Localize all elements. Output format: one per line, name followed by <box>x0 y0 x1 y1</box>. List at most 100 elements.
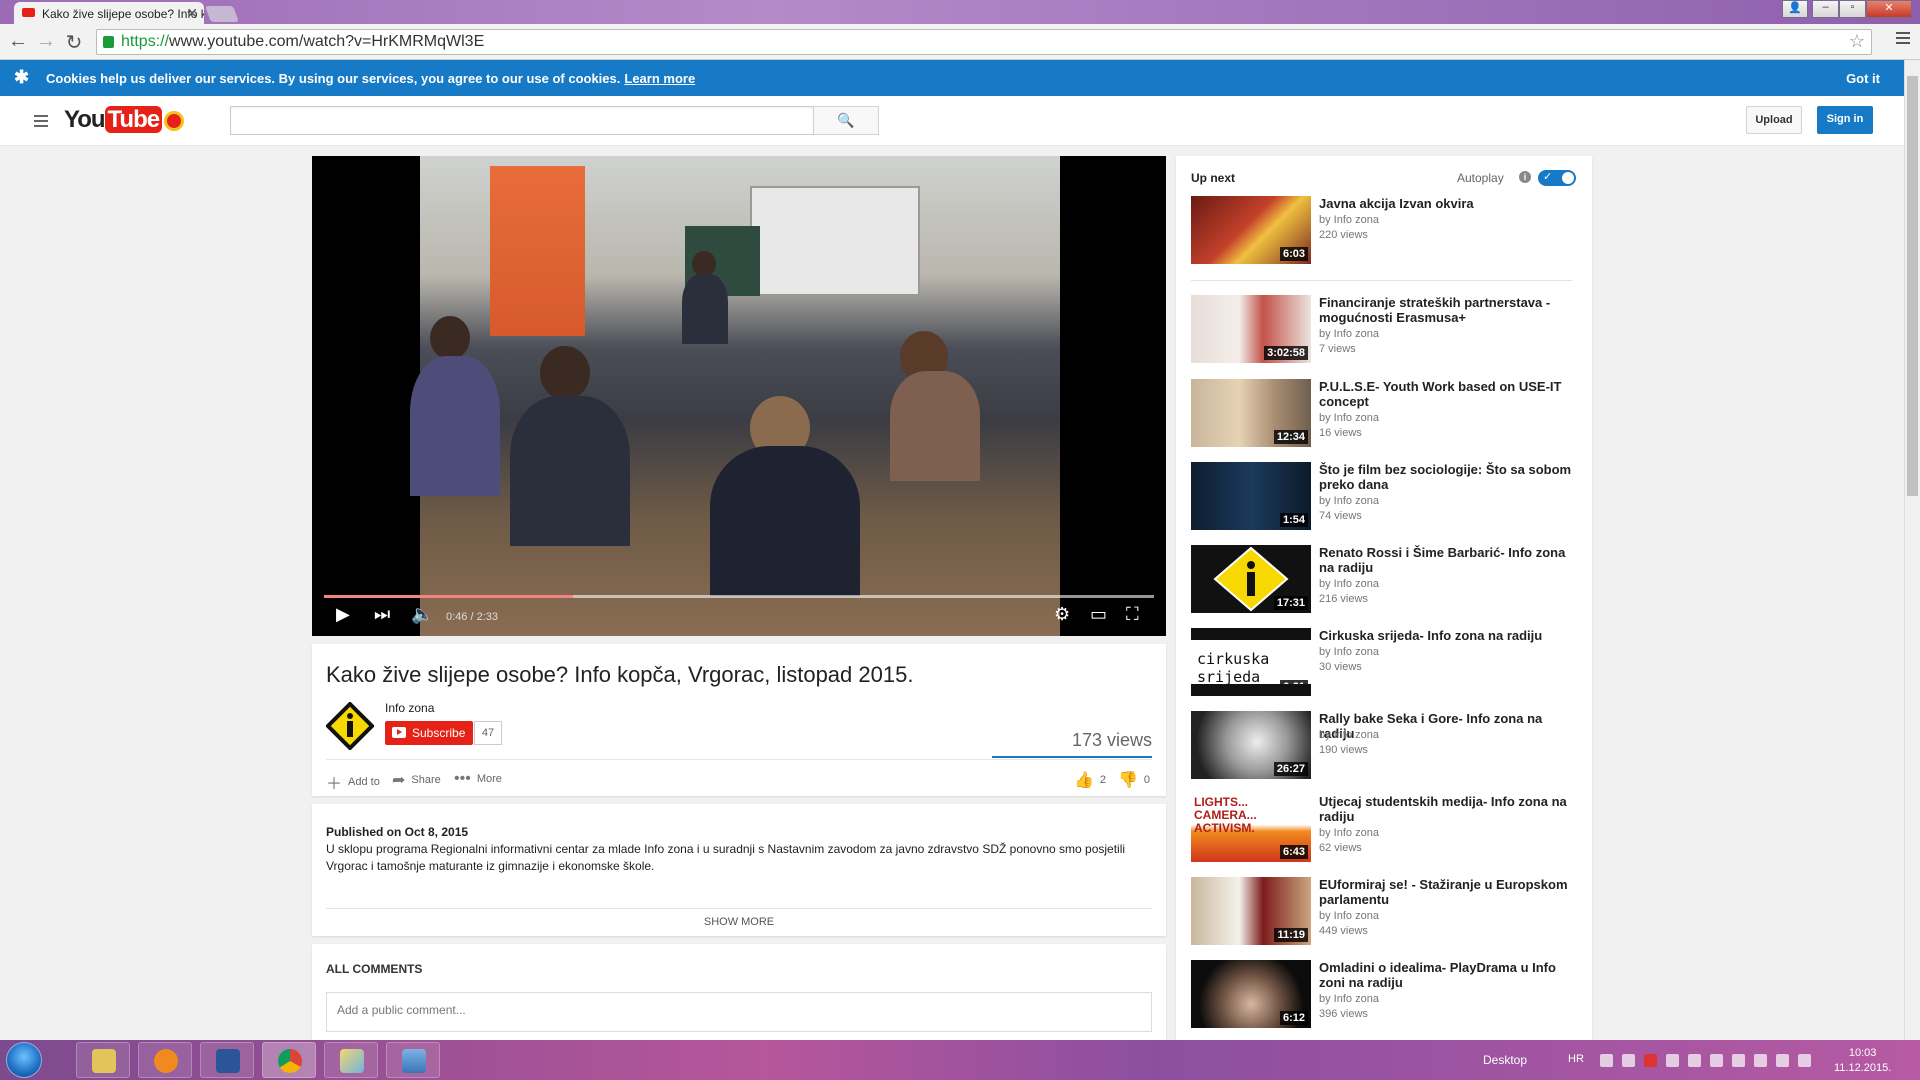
start-button[interactable] <box>6 1042 42 1078</box>
list-item[interactable]: 6:03 Javna akcija Izvan okvira by Info z… <box>1191 196 1576 264</box>
list-item[interactable]: 12:34 P.U.L.S.E- Youth Work based on USE… <box>1191 379 1576 447</box>
video-thumbnail[interactable]: 11:19 <box>1191 877 1311 945</box>
item-title[interactable]: Utjecaj studentskih medija- Info zona na… <box>1319 794 1574 824</box>
reload-icon[interactable]: ↻ <box>62 30 86 55</box>
channel-name[interactable]: Info zona <box>385 701 434 715</box>
guide-menu-icon[interactable] <box>34 115 48 130</box>
duration-badge: 6:43 <box>1279 845 1308 859</box>
video-thumbnail[interactable]: 17:31 <box>1191 545 1311 613</box>
video-thumbnail[interactable]: LIGHTS... CAMERA... ACTIVISM. 6:43 <box>1191 794 1311 862</box>
media-player-taskbar-button[interactable] <box>138 1042 192 1078</box>
upload-button[interactable]: Upload <box>1746 106 1802 134</box>
learn-more-link[interactable]: Learn more <box>624 71 695 86</box>
item-title[interactable]: Renato Rossi i Šime Barbarić- Info zona … <box>1319 545 1574 575</box>
item-title[interactable]: Što je film bez sociologije: Što sa sobo… <box>1319 462 1574 492</box>
picture-viewer-taskbar-button[interactable] <box>386 1042 440 1078</box>
frame-person <box>510 396 630 546</box>
search-input[interactable] <box>230 106 814 135</box>
tray-icon[interactable] <box>1754 1054 1767 1067</box>
page-scrollbar[interactable] <box>1904 60 1920 1040</box>
item-title[interactable]: Cirkuska srijeda- Info zona na radiju <box>1319 628 1574 643</box>
view-count: 173 views <box>1071 730 1152 750</box>
close-tab-icon[interactable]: ✕ <box>186 5 198 22</box>
got-it-button[interactable]: Got it <box>1846 71 1880 86</box>
video-thumbnail[interactable]: 26:27 <box>1191 711 1311 779</box>
list-item[interactable]: 11:19 EUformiraj se! - Stažiranje u Euro… <box>1191 877 1576 945</box>
item-title[interactable]: Financiranje strateških partnerstava - m… <box>1319 295 1574 325</box>
chrome-menu-icon[interactable] <box>1896 32 1910 47</box>
comment-input[interactable]: Add a public comment... <box>326 992 1152 1032</box>
close-window-icon[interactable]: ✕ <box>1866 0 1912 18</box>
sign-in-button[interactable]: Sign in <box>1817 106 1873 134</box>
scrollbar-thumb[interactable] <box>1907 76 1918 496</box>
list-item[interactable]: 6:12 Omladini o idealima- PlayDrama u In… <box>1191 960 1576 1028</box>
video-thumbnail[interactable]: 6:03 <box>1191 196 1311 264</box>
tray-icon[interactable] <box>1666 1054 1679 1067</box>
item-views: 190 views <box>1319 744 1368 756</box>
bookmark-star-icon[interactable]: ☆ <box>1849 31 1865 52</box>
progress-bar[interactable] <box>324 595 1154 598</box>
video-thumbnail[interactable]: cirkuska srijeda 6:21 <box>1191 628 1311 696</box>
show-more-button[interactable]: SHOW MORE <box>312 916 1166 928</box>
network-icon[interactable] <box>1688 1054 1701 1067</box>
item-title[interactable]: Omladini o idealima- PlayDrama u Info zo… <box>1319 960 1574 990</box>
browser-tab[interactable]: Kako žive slijepe osobe? Info kopča, Vrg… <box>14 2 204 24</box>
word-taskbar-button[interactable] <box>200 1042 254 1078</box>
maximize-icon[interactable]: ▫ <box>1839 0 1866 18</box>
back-icon[interactable]: ← <box>6 30 30 53</box>
subscribe-label: Subscribe <box>412 726 466 740</box>
user-icon[interactable]: 👤 <box>1782 0 1808 18</box>
tray-icon[interactable] <box>1798 1054 1811 1067</box>
new-tab-button[interactable] <box>205 6 239 22</box>
list-item[interactable]: LIGHTS... CAMERA... ACTIVISM. 6:43 Utjec… <box>1191 794 1576 862</box>
play-icon[interactable]: ▶ <box>336 604 350 625</box>
video-thumbnail[interactable]: 12:34 <box>1191 379 1311 447</box>
minimize-icon[interactable]: – <box>1812 0 1839 18</box>
autoplay-toggle[interactable]: ✓ <box>1538 170 1576 186</box>
language-indicator[interactable]: HR <box>1568 1053 1584 1065</box>
flag-icon[interactable] <box>1776 1054 1789 1067</box>
explorer-taskbar-button[interactable] <box>76 1042 130 1078</box>
tray-icon[interactable] <box>1644 1054 1657 1067</box>
list-item[interactable]: 17:31 Renato Rossi i Šime Barbarić- Info… <box>1191 545 1576 613</box>
list-item[interactable]: 1:54 Što je film bez sociologije: Što sa… <box>1191 462 1576 530</box>
next-icon[interactable]: ⏭ <box>374 604 390 625</box>
video-player[interactable]: ▶ ⏭ 🔈 0:46 / 2:33 ⚙ ▭ ⛶ <box>312 156 1166 636</box>
address-bar[interactable]: https://www.youtube.com/watch?v=HrKMRMqW… <box>96 29 1872 55</box>
list-item[interactable]: cirkuska srijeda 6:21 Cirkuska srijeda- … <box>1191 628 1576 696</box>
video-thumbnail[interactable]: 6:12 <box>1191 960 1311 1028</box>
search-button[interactable]: 🔍 <box>813 106 879 135</box>
item-channel: by Info zona <box>1319 729 1379 741</box>
channel-avatar[interactable] <box>326 702 374 750</box>
list-item[interactable]: 26:27 Rally bake Seka i Gore- Info zona … <box>1191 711 1576 779</box>
video-thumbnail[interactable]: 3:02:58 <box>1191 295 1311 363</box>
share-button[interactable]: ➦ Share <box>392 770 441 790</box>
tray-icon[interactable] <box>1622 1054 1635 1067</box>
chrome-taskbar-button[interactable] <box>262 1042 316 1078</box>
paint-taskbar-button[interactable] <box>324 1042 378 1078</box>
like-button[interactable]: 👍 2 <box>1074 770 1106 790</box>
tray-icon[interactable] <box>1710 1054 1723 1067</box>
add-to-button[interactable]: ＋ Add to <box>326 770 380 794</box>
video-thumbnail[interactable]: 1:54 <box>1191 462 1311 530</box>
fullscreen-icon[interactable]: ⛶ <box>1126 604 1139 625</box>
more-button[interactable]: ••• More <box>454 770 502 788</box>
dislike-button[interactable]: 👎 0 <box>1118 770 1150 790</box>
item-title[interactable]: P.U.L.S.E- Youth Work based on USE-IT co… <box>1319 379 1574 409</box>
frame-person <box>890 371 980 481</box>
system-clock[interactable]: 10:03 11.12.2015. <box>1834 1046 1891 1076</box>
list-item[interactable]: 3:02:58 Financiranje strateških partners… <box>1191 295 1576 363</box>
tray-icon[interactable] <box>1600 1054 1613 1067</box>
item-channel: by Info zona <box>1319 412 1379 424</box>
item-title[interactable]: Javna akcija Izvan okvira <box>1319 196 1574 211</box>
theater-mode-icon[interactable]: ▭ <box>1090 604 1107 625</box>
desktop-toolbar-label[interactable]: Desktop <box>1483 1053 1527 1067</box>
volume-icon[interactable]: 🔈 <box>411 604 433 625</box>
youtube-logo[interactable]: You Tube <box>64 106 185 134</box>
settings-gear-icon[interactable]: ⚙ <box>1054 604 1070 625</box>
forward-icon[interactable]: → <box>34 30 58 53</box>
subscribe-button[interactable]: Subscribe <box>385 721 473 745</box>
volume-tray-icon[interactable] <box>1732 1054 1745 1067</box>
info-icon[interactable]: i <box>1519 171 1531 183</box>
item-title[interactable]: EUformiraj se! - Stažiranje u Europskom … <box>1319 877 1574 907</box>
